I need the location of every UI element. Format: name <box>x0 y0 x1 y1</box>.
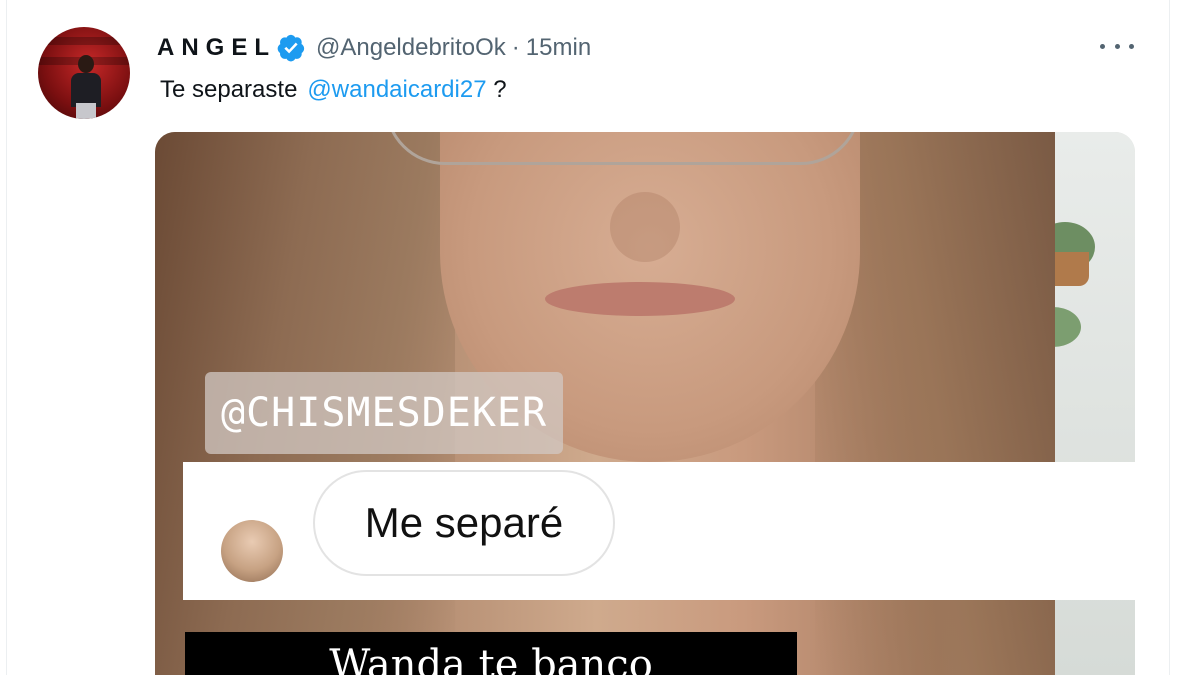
tweet-media-image[interactable]: @CHISMESDEKER Me separé Wanda te banco <box>155 132 1135 675</box>
story-reply-card: Me separé <box>183 462 1135 600</box>
tweet-timestamp[interactable]: 15min <box>526 34 591 62</box>
reply-bubble: Me separé <box>313 470 615 576</box>
more-options-icon[interactable] <box>1100 34 1134 58</box>
tweet-text: Te separaste @wandaicardi27 ? <box>160 76 507 104</box>
author-name[interactable]: ANGEL <box>157 34 276 62</box>
story-caption: Wanda te banco <box>185 632 797 675</box>
separator-dot: · <box>511 34 520 61</box>
verified-badge-icon <box>276 33 306 63</box>
mention-sticker: @CHISMESDEKER <box>205 372 564 454</box>
author-avatar[interactable] <box>38 27 130 119</box>
tweet-body-text: Te separaste <box>160 76 298 103</box>
tweet-header: ANGEL @AngeldebritoOk · 15min <box>157 30 591 66</box>
reply-avatar <box>221 520 283 582</box>
author-handle[interactable]: @AngeldebritoOk <box>316 34 506 62</box>
mention-link[interactable]: @wandaicardi27 <box>307 76 486 103</box>
tweet-body-suffix: ? <box>493 76 507 103</box>
